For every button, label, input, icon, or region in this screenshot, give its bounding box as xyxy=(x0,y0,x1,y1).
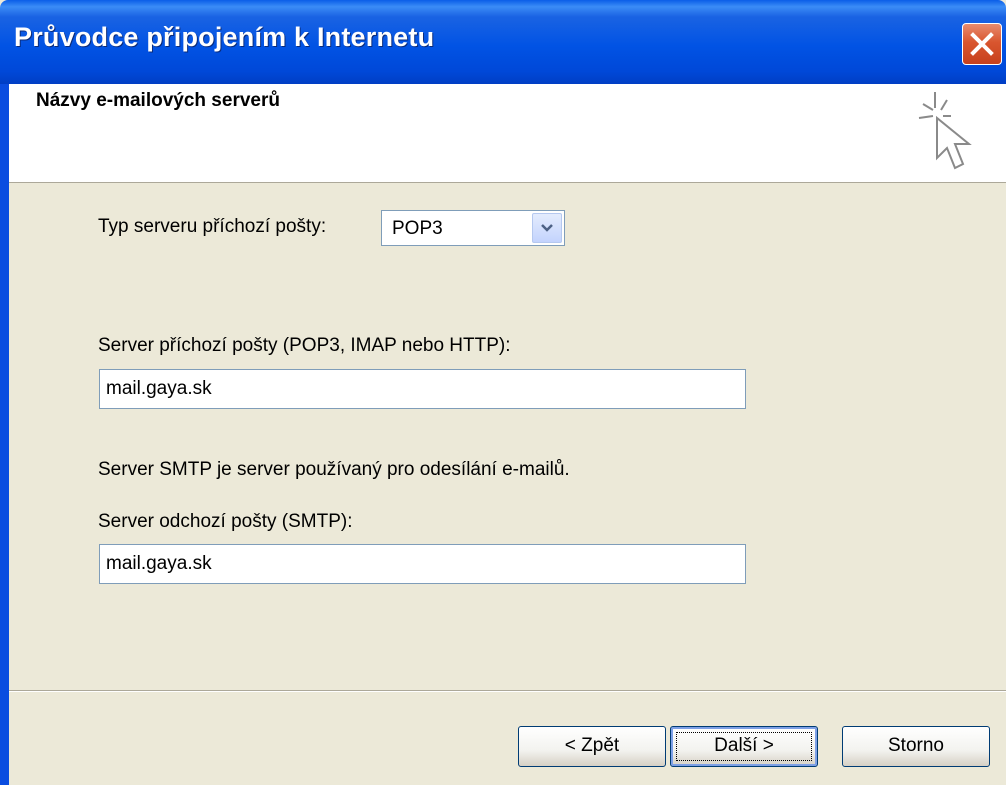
outgoing-server-input[interactable] xyxy=(106,553,736,575)
title-bar[interactable]: Průvodce připojením k Internetu xyxy=(0,0,1006,84)
server-type-label: Typ serveru příchozí pošty: xyxy=(98,216,327,237)
outgoing-server-label: Server odchozí pošty (SMTP): xyxy=(98,511,353,532)
back-button-label: < Zpět xyxy=(564,735,620,756)
cancel-button-label: Storno xyxy=(888,735,944,756)
dropdown-button[interactable] xyxy=(532,213,562,243)
outgoing-server-field[interactable] xyxy=(99,544,746,584)
incoming-server-field[interactable] xyxy=(99,369,746,409)
page-title: Názvy e-mailových serverů xyxy=(36,90,280,111)
close-button[interactable] xyxy=(962,23,1002,65)
wizard-header: Názvy e-mailových serverů xyxy=(9,84,1006,183)
wizard-cursor-icon xyxy=(918,92,972,170)
cancel-button[interactable]: Storno xyxy=(842,726,990,767)
next-button[interactable]: Další > xyxy=(670,726,818,767)
server-type-select[interactable]: POP3 xyxy=(381,210,565,246)
window-title: Průvodce připojením k Internetu xyxy=(14,22,435,52)
back-button[interactable]: < Zpět xyxy=(518,726,666,767)
button-separator xyxy=(9,690,1006,692)
chevron-down-icon xyxy=(541,224,553,232)
server-type-value: POP3 xyxy=(392,218,443,239)
next-button-label: Další > xyxy=(714,735,774,756)
wizard-window: Průvodce připojením k Internetu Názvy e-… xyxy=(0,0,1006,785)
smtp-note: Server SMTP je server používaný pro odes… xyxy=(98,459,570,480)
incoming-server-label: Server příchozí pošty (POP3, IMAP nebo H… xyxy=(98,335,511,356)
incoming-server-input[interactable] xyxy=(106,378,736,400)
close-icon xyxy=(970,32,994,56)
window-frame-left xyxy=(0,84,9,785)
